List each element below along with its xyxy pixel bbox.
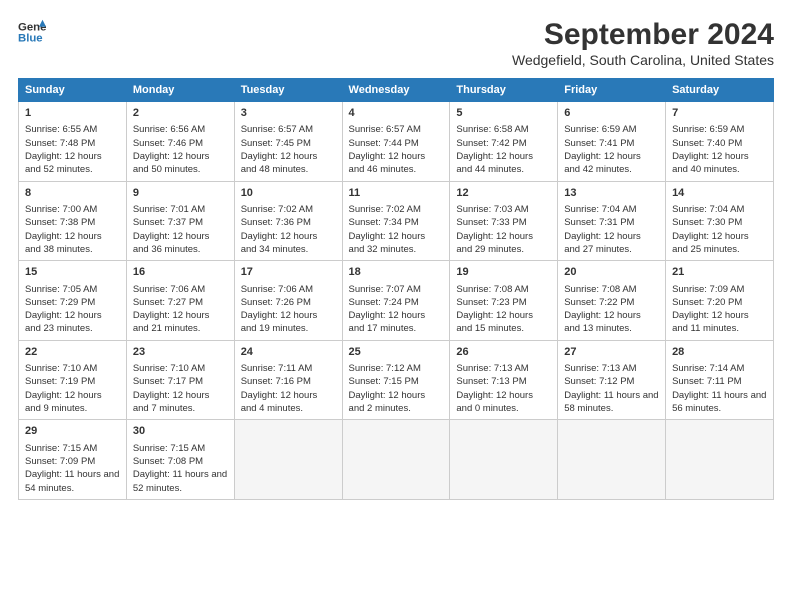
week-row-2: 8Sunrise: 7:00 AMSunset: 7:38 PMDaylight… xyxy=(19,181,774,261)
calendar-cell: 21Sunrise: 7:09 AMSunset: 7:20 PMDayligh… xyxy=(666,261,774,341)
calendar-cell xyxy=(342,420,450,500)
calendar-cell: 29Sunrise: 7:15 AMSunset: 7:09 PMDayligh… xyxy=(19,420,127,500)
calendar-cell: 12Sunrise: 7:03 AMSunset: 7:33 PMDayligh… xyxy=(450,181,558,261)
logo-icon: General Blue xyxy=(18,18,46,46)
calendar-cell: 24Sunrise: 7:11 AMSunset: 7:16 PMDayligh… xyxy=(234,340,342,420)
calendar-table: Sunday Monday Tuesday Wednesday Thursday… xyxy=(18,78,774,500)
main-title: September 2024 xyxy=(512,18,774,52)
calendar-cell: 23Sunrise: 7:10 AMSunset: 7:17 PMDayligh… xyxy=(126,340,234,420)
header: General Blue September 2024 Wedgefield, … xyxy=(18,18,774,68)
calendar-cell: 28Sunrise: 7:14 AMSunset: 7:11 PMDayligh… xyxy=(666,340,774,420)
col-wednesday: Wednesday xyxy=(342,79,450,102)
calendar-cell: 6Sunrise: 6:59 AMSunset: 7:41 PMDaylight… xyxy=(558,102,666,182)
calendar-cell: 2Sunrise: 6:56 AMSunset: 7:46 PMDaylight… xyxy=(126,102,234,182)
calendar-cell xyxy=(666,420,774,500)
calendar-cell: 8Sunrise: 7:00 AMSunset: 7:38 PMDaylight… xyxy=(19,181,127,261)
calendar-cell: 14Sunrise: 7:04 AMSunset: 7:30 PMDayligh… xyxy=(666,181,774,261)
calendar-cell xyxy=(450,420,558,500)
week-row-1: 1Sunrise: 6:55 AMSunset: 7:48 PMDaylight… xyxy=(19,102,774,182)
calendar-cell: 11Sunrise: 7:02 AMSunset: 7:34 PMDayligh… xyxy=(342,181,450,261)
calendar-cell: 25Sunrise: 7:12 AMSunset: 7:15 PMDayligh… xyxy=(342,340,450,420)
calendar-cell: 20Sunrise: 7:08 AMSunset: 7:22 PMDayligh… xyxy=(558,261,666,341)
title-area: September 2024 Wedgefield, South Carolin… xyxy=(512,18,774,68)
calendar-cell: 27Sunrise: 7:13 AMSunset: 7:12 PMDayligh… xyxy=(558,340,666,420)
calendar-cell: 18Sunrise: 7:07 AMSunset: 7:24 PMDayligh… xyxy=(342,261,450,341)
calendar-cell: 15Sunrise: 7:05 AMSunset: 7:29 PMDayligh… xyxy=(19,261,127,341)
calendar-cell: 5Sunrise: 6:58 AMSunset: 7:42 PMDaylight… xyxy=(450,102,558,182)
col-thursday: Thursday xyxy=(450,79,558,102)
calendar-cell: 13Sunrise: 7:04 AMSunset: 7:31 PMDayligh… xyxy=(558,181,666,261)
col-tuesday: Tuesday xyxy=(234,79,342,102)
calendar-cell: 26Sunrise: 7:13 AMSunset: 7:13 PMDayligh… xyxy=(450,340,558,420)
calendar-cell: 10Sunrise: 7:02 AMSunset: 7:36 PMDayligh… xyxy=(234,181,342,261)
svg-text:Blue: Blue xyxy=(18,33,43,45)
page: General Blue September 2024 Wedgefield, … xyxy=(0,0,792,612)
calendar-cell: 16Sunrise: 7:06 AMSunset: 7:27 PMDayligh… xyxy=(126,261,234,341)
calendar-cell: 22Sunrise: 7:10 AMSunset: 7:19 PMDayligh… xyxy=(19,340,127,420)
week-row-4: 22Sunrise: 7:10 AMSunset: 7:19 PMDayligh… xyxy=(19,340,774,420)
calendar-cell: 19Sunrise: 7:08 AMSunset: 7:23 PMDayligh… xyxy=(450,261,558,341)
calendar-cell: 1Sunrise: 6:55 AMSunset: 7:48 PMDaylight… xyxy=(19,102,127,182)
sub-title: Wedgefield, South Carolina, United State… xyxy=(512,52,774,68)
calendar-cell: 17Sunrise: 7:06 AMSunset: 7:26 PMDayligh… xyxy=(234,261,342,341)
calendar-cell: 4Sunrise: 6:57 AMSunset: 7:44 PMDaylight… xyxy=(342,102,450,182)
header-row: Sunday Monday Tuesday Wednesday Thursday… xyxy=(19,79,774,102)
calendar-cell: 3Sunrise: 6:57 AMSunset: 7:45 PMDaylight… xyxy=(234,102,342,182)
calendar-cell xyxy=(558,420,666,500)
calendar-cell: 30Sunrise: 7:15 AMSunset: 7:08 PMDayligh… xyxy=(126,420,234,500)
logo: General Blue xyxy=(18,18,46,46)
col-sunday: Sunday xyxy=(19,79,127,102)
week-row-5: 29Sunrise: 7:15 AMSunset: 7:09 PMDayligh… xyxy=(19,420,774,500)
calendar-cell: 7Sunrise: 6:59 AMSunset: 7:40 PMDaylight… xyxy=(666,102,774,182)
calendar-cell: 9Sunrise: 7:01 AMSunset: 7:37 PMDaylight… xyxy=(126,181,234,261)
week-row-3: 15Sunrise: 7:05 AMSunset: 7:29 PMDayligh… xyxy=(19,261,774,341)
col-saturday: Saturday xyxy=(666,79,774,102)
calendar-cell xyxy=(234,420,342,500)
col-friday: Friday xyxy=(558,79,666,102)
col-monday: Monday xyxy=(126,79,234,102)
